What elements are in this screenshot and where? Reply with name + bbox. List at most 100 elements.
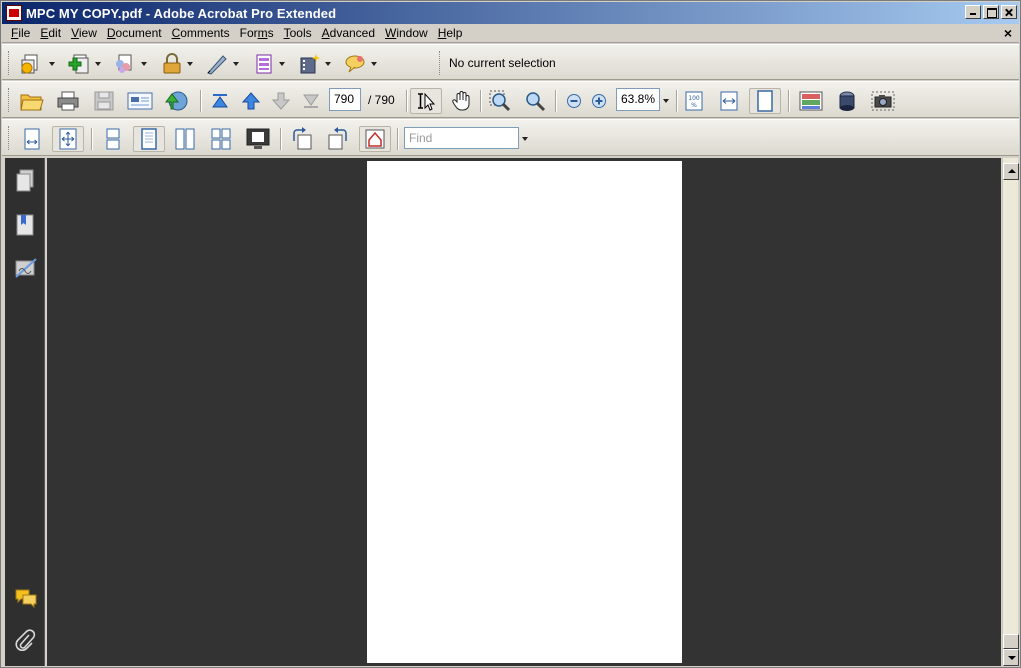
toolbar-separator (280, 128, 281, 150)
multimedia-dropdown-arrow[interactable] (325, 62, 331, 66)
maximize-button[interactable] (983, 5, 999, 19)
menu-advanced[interactable]: Advanced (317, 26, 380, 40)
rotate-counterclockwise-button[interactable] (287, 126, 317, 152)
combine-files-button[interactable] (64, 51, 92, 77)
toolbar-grip[interactable] (8, 51, 11, 75)
scroll-thumb[interactable] (1003, 634, 1019, 649)
pdf-page[interactable] (367, 161, 682, 663)
secure-lock-icon (163, 53, 181, 74)
full-screen-button[interactable] (243, 126, 273, 152)
toolbar-grip[interactable] (439, 51, 442, 75)
two-up-continuous-button[interactable] (207, 126, 235, 152)
multimedia-button[interactable] (296, 51, 324, 77)
acrobat-app-icon[interactable] (6, 5, 22, 21)
menu-bar: File Edit View Document Comments Forms T… (2, 24, 1019, 43)
zoom-in-button[interactable] (588, 88, 610, 114)
snapshot-button[interactable] (868, 88, 898, 114)
first-page-button[interactable] (207, 88, 233, 114)
menu-document[interactable]: Document (102, 26, 167, 40)
document-view[interactable] (47, 158, 1001, 666)
scroll-down-button[interactable] (1003, 649, 1019, 666)
forms-dropdown-arrow[interactable] (279, 62, 285, 66)
menu-edit[interactable]: Edit (35, 26, 66, 40)
select-tool-button[interactable] (410, 88, 442, 114)
create-dropdown-arrow[interactable] (49, 62, 55, 66)
zoom-dropdown-arrow[interactable] (663, 99, 669, 103)
fit-visible-button[interactable] (52, 126, 84, 152)
page-number-input[interactable]: 790 (329, 88, 361, 111)
close-document-button[interactable]: × (1004, 25, 1012, 41)
open-folder-icon (20, 94, 44, 111)
vertical-scrollbar[interactable] (1002, 158, 1019, 666)
sign-dropdown-arrow[interactable] (233, 62, 239, 66)
ink-stamp-button[interactable] (832, 88, 862, 114)
next-page-icon (271, 92, 291, 110)
dynamic-zoom-icon (526, 92, 546, 112)
secure-button[interactable] (158, 51, 186, 77)
minimize-button[interactable] (965, 5, 981, 19)
print-button[interactable] (54, 88, 82, 114)
combine-dropdown-arrow[interactable] (95, 62, 101, 66)
zoom-level-input[interactable]: 63.8% (616, 88, 660, 111)
zoom-out-button[interactable] (563, 88, 585, 114)
toolbar-separator (397, 128, 398, 150)
marquee-zoom-button[interactable] (485, 88, 515, 114)
collaborate-icon (116, 54, 132, 73)
find-dropdown-arrow[interactable] (522, 137, 528, 141)
selection-status: No current selection (449, 56, 556, 70)
single-page-button[interactable] (99, 126, 127, 152)
collaborate-dropdown-arrow[interactable] (141, 62, 147, 66)
comment-button[interactable] (341, 51, 369, 77)
menu-forms[interactable]: Forms (235, 26, 279, 40)
fit-width-scrolling-button[interactable] (18, 126, 46, 152)
acrobat-window: MPC MY COPY.pdf - Adobe Acrobat Pro Exte… (0, 0, 1021, 668)
pages-panel-button[interactable] (14, 169, 36, 192)
menu-window[interactable]: Window (380, 26, 433, 40)
email-button[interactable] (126, 88, 154, 114)
find-input[interactable]: Find (404, 127, 519, 149)
forms-button[interactable] (250, 51, 278, 77)
toolbar-separator (788, 90, 789, 112)
toolbar-grip[interactable] (8, 126, 11, 150)
scroll-up-button[interactable] (1003, 163, 1019, 180)
fit-width-button[interactable] (716, 88, 742, 114)
menu-tools[interactable]: Tools (279, 26, 317, 40)
fit-page-button[interactable] (749, 88, 781, 114)
attachments-panel-button[interactable] (14, 629, 36, 651)
menu-view[interactable]: View (66, 26, 102, 40)
hand-tool-button[interactable] (447, 88, 477, 114)
navigation-pane (5, 158, 45, 666)
save-button[interactable] (90, 88, 118, 114)
two-up-button[interactable] (171, 126, 199, 152)
signatures-panel-button[interactable] (14, 257, 37, 279)
menu-file[interactable]: File (6, 26, 35, 40)
previous-page-button[interactable] (238, 88, 264, 114)
home-button[interactable] (359, 126, 391, 152)
last-page-button[interactable] (298, 88, 324, 114)
sign-button[interactable] (203, 51, 231, 77)
create-pdf-button[interactable] (18, 51, 46, 77)
bookmarks-panel-button[interactable] (14, 213, 36, 236)
menu-help[interactable]: Help (433, 26, 468, 40)
dynamic-zoom-button[interactable] (520, 88, 550, 114)
full-screen-icon (246, 128, 270, 149)
comment-dropdown-arrow[interactable] (371, 62, 377, 66)
edit-image-button[interactable] (796, 88, 826, 114)
rotate-clockwise-button[interactable] (323, 126, 353, 152)
single-page-continuous-button[interactable] (133, 126, 165, 152)
toolbar-grip[interactable] (8, 88, 11, 112)
collaborate-button[interactable] (110, 51, 138, 77)
open-button[interactable] (18, 88, 46, 114)
close-window-button[interactable] (1001, 5, 1017, 19)
pages-icon (16, 169, 34, 192)
secure-dropdown-arrow[interactable] (187, 62, 193, 66)
create-pdf-icon (21, 54, 38, 74)
menu-comments[interactable]: Comments (167, 26, 235, 40)
actual-size-button[interactable]: 100% (681, 88, 707, 114)
upload-button[interactable] (162, 88, 190, 114)
single-page-icon (106, 128, 120, 150)
ink-bottle-icon (839, 91, 855, 111)
next-page-button[interactable] (268, 88, 294, 114)
comments-panel-button[interactable] (14, 587, 37, 609)
title-bar[interactable]: MPC MY COPY.pdf - Adobe Acrobat Pro Exte… (2, 2, 1019, 24)
